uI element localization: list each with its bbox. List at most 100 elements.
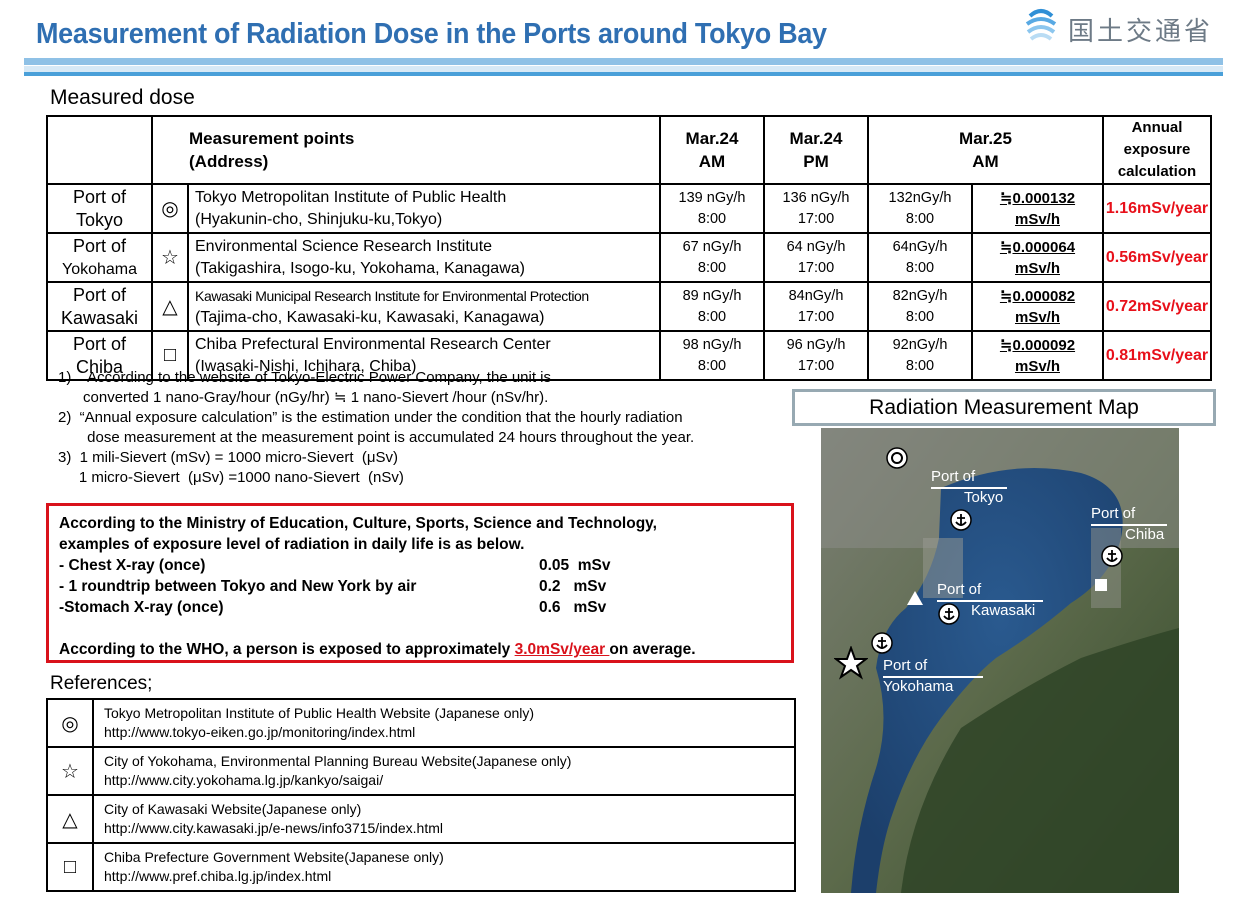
dose-table: Measurement points (Address) Mar.24 AM M… xyxy=(46,115,1212,381)
annual-exposure-value: 0.81mSv/year xyxy=(1102,330,1212,381)
port-name-line: Port of xyxy=(72,235,127,256)
reference-title: Tokyo Metropolitan Institute of Public H… xyxy=(104,705,535,721)
dose-mar24-pm: 64 nGy/h 17:00 xyxy=(763,232,869,283)
map-title: Radiation Measurement Map xyxy=(792,389,1216,426)
ministry-logo: 国土交通省 xyxy=(1024,6,1224,47)
map-label-kawasaki-line2: Kawasaki xyxy=(971,602,1036,619)
msv-unit: mSv/h xyxy=(1014,210,1060,228)
dose-mar24-pm: 84nGy/h 17:00 xyxy=(763,281,869,332)
msv-unit: mSv/h xyxy=(1014,308,1060,326)
dose-mar25-am: 132nGy/h 8:00 xyxy=(867,183,973,234)
dose-mar25-am: 92nGy/h 8:00 xyxy=(867,330,973,381)
dose-mar24-am: 139 nGy/h 8:00 xyxy=(659,183,765,234)
reference-row: ☆ City of Yokohama, Environmental Planni… xyxy=(46,746,796,796)
dose-value: 96 nGy/h xyxy=(786,336,846,353)
dose-msv-conversion: ≒0.000132 mSv/h xyxy=(971,183,1104,234)
institute-name: Environmental Science Research Institute xyxy=(195,237,493,255)
reference-url[interactable]: http://www.tokyo-eiken.go.jp/monitoring/… xyxy=(104,723,794,742)
annual-exposure-value: 1.16mSv/year xyxy=(1102,183,1212,234)
dose-mar24-pm: 136 nGy/h 17:00 xyxy=(763,183,869,234)
reference-text: Tokyo Metropolitan Institute of Public H… xyxy=(92,698,796,748)
exposure-example-label: - 1 roundtrip between Tokyo and New York… xyxy=(59,578,417,595)
port-name-line: Port of xyxy=(72,333,127,354)
footnotes: 1) According to the website of Tokyo-Ele… xyxy=(58,368,694,488)
mext-intro-line: According to the Ministry of Education, … xyxy=(59,515,657,532)
reference-title: City of Kawasaki Website(Japanese only) xyxy=(104,801,362,817)
dose-msv-conversion: ≒0.000092 mSv/h xyxy=(971,330,1104,381)
header-empty-cell xyxy=(46,115,153,185)
port-anchor-icon xyxy=(1101,545,1123,567)
port-name: Port of Kawasaki xyxy=(46,281,153,332)
header-band xyxy=(24,72,1223,76)
footnote-line: 2) “Annual exposure calculation” is the … xyxy=(58,409,683,426)
dose-time: 17:00 xyxy=(797,210,835,227)
footnote-line: 1) According to the website of Tokyo-Ele… xyxy=(58,369,552,386)
references-label: References; xyxy=(50,673,153,694)
footnote-line: converted 1 nano-Gray/hour (nGy/hr) ≒ 1 … xyxy=(58,389,549,406)
port-name-line: Port of xyxy=(72,186,127,207)
who-statement: According to the WHO, a person is expose… xyxy=(59,639,791,660)
double-circle-icon: ◎ xyxy=(46,698,94,748)
msv-value: ≒0.000082 xyxy=(999,287,1076,305)
dose-time: 8:00 xyxy=(905,210,935,227)
reference-url[interactable]: http://www.city.kawasaki.jp/e-news/info3… xyxy=(104,819,794,838)
institute-address: (Takigashira, Isogo-ku, Yokohama, Kanaga… xyxy=(195,259,525,277)
measured-dose-label: Measured dose xyxy=(50,86,195,109)
reference-url[interactable]: http://www.pref.chiba.lg.jp/index.html xyxy=(104,867,794,886)
reference-text: City of Kawasaki Website(Japanese only) … xyxy=(92,794,796,844)
dose-value: 64 nGy/h xyxy=(786,238,846,255)
reference-row: △ City of Kawasaki Website(Japanese only… xyxy=(46,794,796,844)
dose-row-tokyo: Port of Tokyo ◎ Tokyo Metropolitan Insti… xyxy=(46,183,1212,234)
dose-time: 8:00 xyxy=(697,308,727,325)
who-prefix: According to the WHO, a person is expose… xyxy=(59,641,515,658)
dose-mar24-am: 89 nGy/h 8:00 xyxy=(659,281,765,332)
star-icon: ☆ xyxy=(46,746,94,796)
reference-title: Chiba Prefecture Government Website(Japa… xyxy=(104,849,444,865)
port-name-line: Tokyo xyxy=(75,209,124,230)
map-label-yokohama-line1: Port of xyxy=(883,657,928,674)
reference-url[interactable]: http://www.city.yokohama.lg.jp/kankyo/sa… xyxy=(104,771,794,790)
footnote-line: 3) 1 mili-Sievert (mSv) = 1000 micro-Sie… xyxy=(58,449,398,466)
dose-time: 8:00 xyxy=(905,259,935,276)
msv-unit: mSv/h xyxy=(1014,357,1060,375)
dose-value: 98 nGy/h xyxy=(682,336,742,353)
ministry-logo-icon xyxy=(1025,9,1057,41)
exposure-example-amount: 0.6 mSv xyxy=(539,599,607,616)
exposure-example-label: -Stomach X-ray (once) xyxy=(59,599,224,616)
dose-mar24-pm: 96 nGy/h 17:00 xyxy=(763,330,869,381)
annual-exposure-value: 0.72mSv/year xyxy=(1102,281,1212,332)
reference-text: City of Yokohama, Environmental Planning… xyxy=(92,746,796,796)
map-label-kawasaki-line1: Port of xyxy=(937,581,982,598)
header-date: Mar.24 xyxy=(789,129,843,148)
msv-value: ≒0.000064 xyxy=(999,238,1076,256)
exposure-example-amount: 0.2 mSv xyxy=(539,578,607,595)
header-points-label: Measurement points xyxy=(189,129,355,148)
port-name-line: Port of xyxy=(72,284,127,305)
port-anchor-icon xyxy=(871,632,893,654)
port-anchor-icon xyxy=(938,603,960,625)
msv-value: ≒0.000092 xyxy=(999,336,1076,354)
institute-name: Tokyo Metropolitan Institute of Public H… xyxy=(195,188,507,206)
triangle-icon: △ xyxy=(46,794,94,844)
dose-time: 17:00 xyxy=(797,308,835,325)
page-title: Measurement of Radiation Dose in the Por… xyxy=(36,18,827,50)
dose-mar25-am: 64nGy/h 8:00 xyxy=(867,232,973,283)
annual-exposure-value: 0.56mSv/year xyxy=(1102,232,1212,283)
dose-table-header: Measurement points (Address) Mar.24 AM M… xyxy=(46,115,1212,185)
square-icon: □ xyxy=(46,842,94,892)
reference-text: Chiba Prefecture Government Website(Japa… xyxy=(92,842,796,892)
institute-address: (Hyakunin-cho, Shinjuku-ku,Tokyo) xyxy=(195,210,443,228)
dose-value: 67 nGy/h xyxy=(682,238,742,255)
dose-time: 8:00 xyxy=(905,357,935,374)
map-label-yokohama-line2: Yokohama xyxy=(883,678,954,695)
dose-time: 8:00 xyxy=(697,210,727,227)
institute-name: Kawasaki Municipal Research Institute fo… xyxy=(195,287,589,304)
header-measurement-points: Measurement points (Address) xyxy=(151,115,661,185)
header-mar24-pm: Mar.24 PM xyxy=(763,115,869,185)
institute-address: (Tajima-cho, Kawasaki-ku, Kawasaki, Kana… xyxy=(195,308,545,326)
star-icon: ☆ xyxy=(151,232,189,283)
reference-row: ◎ Tokyo Metropolitan Institute of Public… xyxy=(46,698,796,748)
dose-value: 136 nGy/h xyxy=(782,189,850,206)
header-band xyxy=(24,58,1223,65)
map-label-chiba-line2: Chiba xyxy=(1125,526,1165,543)
